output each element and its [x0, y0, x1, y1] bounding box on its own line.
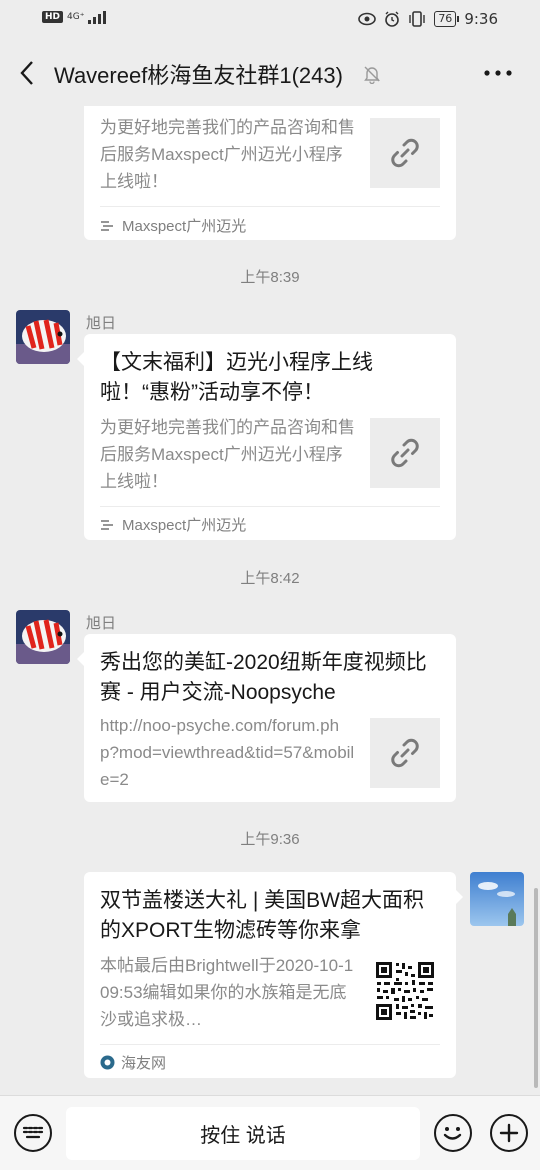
back-button[interactable]	[12, 56, 42, 90]
link-card[interactable]: 【文末福利】迈光小程序上线啦！“惠粉”活动享不停！ 为更好地完善我们的产品咨询和…	[77, 334, 456, 540]
link-icon	[391, 738, 419, 768]
link-card[interactable]: 秀出您的美缸-2020纽斯年度视频比赛 - 用户交流-Noopsyche htt…	[77, 634, 456, 802]
card-source-label: 海友网	[121, 1055, 167, 1072]
card-divider	[100, 1044, 440, 1045]
status-bar: HD 4G⁺ 76 9:36	[0, 0, 540, 40]
sender-name: 旭日	[86, 614, 117, 632]
time-separator: 上午8:42	[240, 570, 300, 587]
fish-avatar-icon	[16, 610, 70, 664]
emoji-button[interactable]	[434, 1114, 472, 1152]
qr-code-thumbnail	[374, 960, 436, 1022]
card-divider	[100, 206, 440, 207]
eye-icon	[358, 12, 377, 26]
link-card[interactable]: 双节盖楼送大礼 | 美国BW超大面积的XPORT生物滤砖等你来拿 本帖最后由Br…	[84, 872, 463, 1078]
card-thumbnail	[370, 418, 440, 488]
chat-title: Wavereef彬海鱼友社群1(243)	[54, 63, 343, 88]
card-source-label: Maxspect广州迈光	[122, 218, 247, 235]
fish-avatar-icon	[16, 310, 70, 364]
hold-to-talk-button[interactable]: 按住 说话	[66, 1107, 420, 1160]
signal-icon	[88, 10, 107, 24]
status-right: 76 9:36	[358, 10, 498, 28]
card-title: 双节盖楼送大礼 | 美国BW超大面积的XPORT生物滤砖等你来拿	[100, 889, 424, 942]
bell-off-icon	[364, 66, 380, 84]
hd-badge: HD	[42, 11, 64, 23]
scrollbar[interactable]	[534, 888, 538, 1088]
status-left: HD 4G⁺	[42, 10, 107, 24]
link-icon	[391, 438, 419, 468]
alarm-icon	[385, 11, 400, 27]
vibrate-icon	[409, 11, 426, 27]
avatar[interactable]	[16, 310, 70, 364]
card-description: http://noo-psyche.com/forum.php?mod=view…	[100, 716, 355, 789]
card-title: 秀出您的美缸-2020纽斯年度视频比赛 - 用户交流-Noopsyche	[100, 651, 427, 704]
nav-bar: Wavereef彬海鱼友社群1(243)	[0, 40, 540, 106]
clock: 9:36	[464, 10, 498, 28]
keyboard-icon	[22, 1126, 44, 1139]
link-icon	[391, 138, 419, 168]
card-thumbnail	[370, 718, 440, 788]
smiley-icon	[443, 1127, 462, 1140]
maxspect-logo-icon	[101, 519, 113, 530]
card-source-label: Maxspect广州迈光	[122, 517, 247, 534]
more-dots-icon	[484, 70, 512, 76]
time-separator: 上午8:39	[240, 269, 300, 286]
qr-code-icon	[374, 960, 436, 1022]
plus-button[interactable]	[490, 1114, 528, 1152]
link-card[interactable]: 为更好地完善我们的产品咨询和售后服务Maxspect广州迈光小程序上线啦！ Ma…	[84, 106, 456, 240]
battery-indicator: 76	[434, 11, 460, 27]
card-source: 海友网	[100, 1052, 166, 1073]
card-description: 为更好地完善我们的产品咨询和售后服务Maxspect广州迈光小程序上线啦！	[100, 418, 355, 491]
card-title: 【文末福利】迈光小程序上线啦！“惠粉”活动享不停！	[100, 351, 373, 404]
card-divider	[100, 506, 440, 507]
sky-avatar-icon	[470, 872, 524, 926]
avatar[interactable]	[470, 872, 524, 926]
more-button[interactable]	[478, 60, 518, 86]
card-thumbnail	[370, 118, 440, 188]
sender-name: 旭日	[86, 314, 117, 332]
chevron-left-icon	[20, 61, 33, 85]
card-description: 本帖最后由Brightwell于2020-10-109:53编辑如果你的水族箱是…	[100, 956, 354, 1029]
card-source: Maxspect广州迈光	[100, 514, 246, 535]
time-separator: 上午9:36	[240, 831, 300, 848]
input-bar: 按住 说话	[0, 1095, 540, 1170]
network-type: 4G⁺	[67, 12, 85, 22]
card-description: 为更好地完善我们的产品咨询和售后服务Maxspect广州迈光小程序上线啦！	[100, 118, 355, 191]
maxspect-logo-icon	[101, 220, 113, 231]
avatar[interactable]	[16, 610, 70, 664]
plus-icon	[499, 1123, 519, 1143]
card-source: Maxspect广州迈光	[100, 215, 246, 236]
haiyou-logo-icon	[100, 1055, 115, 1070]
keyboard-toggle-button[interactable]	[14, 1114, 52, 1152]
